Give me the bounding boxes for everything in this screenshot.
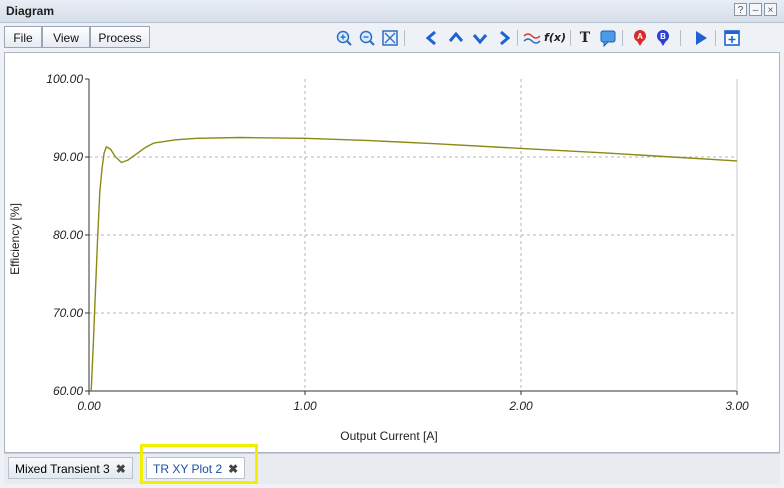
y-tick-label: 60.00 [53, 384, 83, 398]
chart-panel: 60.00 70.00 80.00 90.00 100.00 0.00 1.00 2.00 3.… [4, 52, 780, 453]
arrow-left-icon[interactable] [423, 29, 441, 47]
close-icon[interactable]: ✖ [228, 462, 238, 476]
y-tick-label: 70.00 [53, 306, 83, 320]
title-bar: Diagram ? – × [0, 0, 784, 23]
arrow-down-icon[interactable] [471, 29, 489, 47]
marker-b-icon[interactable]: B [654, 29, 672, 47]
close-button[interactable]: × [764, 3, 777, 16]
x-tick-label: 0.00 [77, 399, 101, 413]
x-tick-label: 3.00 [725, 399, 749, 413]
marker-a-icon[interactable]: A [631, 29, 649, 47]
y-tick-label: 90.00 [53, 150, 83, 164]
x-tick-label: 2.00 [508, 399, 533, 413]
menu-process[interactable]: Process [90, 26, 150, 48]
x-tick-label: 1.00 [293, 399, 317, 413]
tab-label: Mixed Transient 3 [15, 462, 110, 476]
tab-bar: Mixed Transient 3 ✖ TR XY Plot 2 ✖ [4, 453, 780, 484]
window-title: Diagram [6, 4, 55, 18]
arrow-right-icon[interactable] [495, 29, 513, 47]
zoom-fit-icon[interactable] [381, 29, 399, 47]
y-axis-label: Efficiency [%] [8, 203, 22, 275]
menu-view[interactable]: View [42, 26, 90, 48]
close-icon[interactable]: ✖ [116, 462, 126, 476]
comment-icon[interactable] [599, 29, 617, 48]
text-icon[interactable]: T [576, 29, 594, 47]
zoom-out-icon[interactable] [358, 29, 376, 47]
tab-label: TR XY Plot 2 [153, 462, 223, 476]
marker-a-label: A [637, 32, 643, 41]
efficiency-chart[interactable]: 60.00 70.00 80.00 90.00 100.00 0.00 1.00 2.00 3.… [5, 53, 779, 452]
tab-mixed-transient-3[interactable]: Mixed Transient 3 ✖ [8, 457, 133, 479]
menu-file[interactable]: File [4, 26, 42, 48]
efficiency-series-line [90, 136, 738, 392]
minimize-button[interactable]: – [749, 3, 762, 16]
function-icon[interactable]: f(x) [544, 29, 566, 47]
diagram-window: Diagram ? – × File View Process f(x) T A [0, 0, 784, 488]
y-tick-label: 80.00 [53, 228, 83, 242]
arrow-up-icon[interactable] [447, 29, 465, 47]
x-axis-label: Output Current [A] [340, 429, 437, 443]
waveform-icon[interactable] [523, 29, 541, 47]
tab-tr-xy-plot-2[interactable]: TR XY Plot 2 ✖ [146, 457, 246, 479]
add-panel-icon[interactable] [723, 29, 741, 47]
play-icon[interactable] [692, 29, 710, 47]
marker-b-label: B [660, 32, 666, 41]
y-tick-label: 100.00 [46, 72, 83, 86]
help-button[interactable]: ? [734, 3, 747, 16]
zoom-in-icon[interactable] [335, 29, 353, 47]
